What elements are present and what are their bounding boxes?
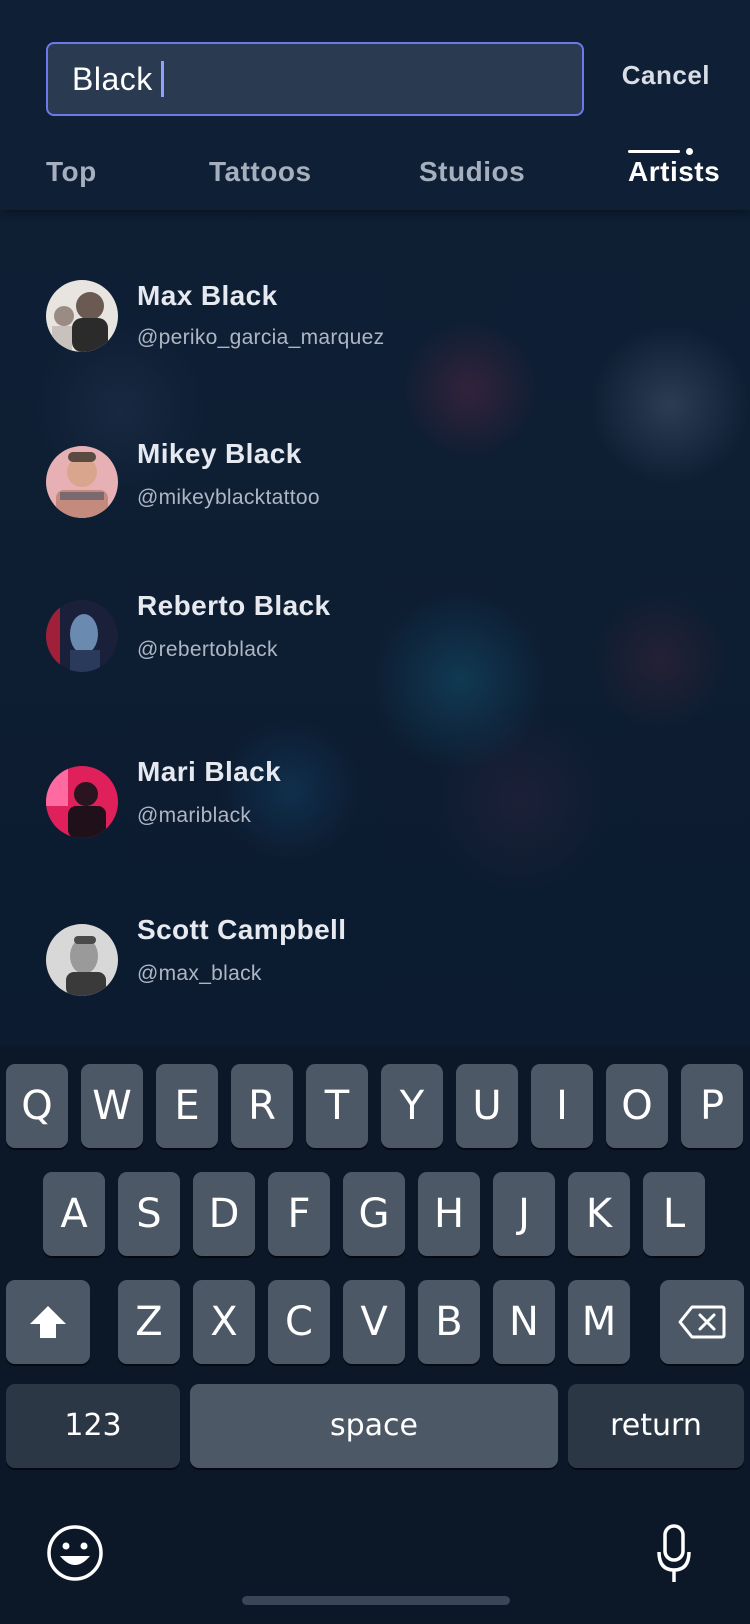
- microphone-icon[interactable]: [656, 1524, 692, 1584]
- list-item[interactable]: Reberto Black @rebertoblack: [0, 590, 750, 740]
- search-tabs: Top Tattoos Studios Artists: [0, 148, 750, 200]
- artist-name: Max Black: [137, 280, 278, 311]
- key-q[interactable]: Q: [6, 1064, 68, 1148]
- active-tab-indicator: [628, 150, 680, 153]
- tab-studios[interactable]: Studios: [419, 156, 525, 188]
- key-c[interactable]: C: [268, 1280, 330, 1364]
- key-e[interactable]: E: [156, 1064, 218, 1148]
- key-x[interactable]: X: [193, 1280, 255, 1364]
- text-caret: [160, 61, 164, 97]
- key-j[interactable]: J: [493, 1172, 555, 1256]
- search-header: Black Cancel Top Tattoos Studios Artists: [0, 0, 750, 210]
- shift-key[interactable]: [6, 1280, 90, 1364]
- key-a[interactable]: A: [43, 1172, 105, 1256]
- key-z[interactable]: Z: [118, 1280, 180, 1364]
- artist-handle: @mariblack: [137, 804, 252, 827]
- key-m[interactable]: M: [568, 1280, 630, 1364]
- avatar: [46, 766, 118, 838]
- key-u[interactable]: U: [456, 1064, 518, 1148]
- emoji-icon[interactable]: [46, 1524, 104, 1582]
- artist-name: Scott Campbell: [137, 914, 347, 945]
- key-p[interactable]: P: [681, 1064, 743, 1148]
- key-t[interactable]: T: [306, 1064, 368, 1148]
- tab-artists[interactable]: Artists: [628, 156, 720, 188]
- artist-handle: @periko_garcia_marquez: [137, 326, 385, 349]
- key-d[interactable]: D: [193, 1172, 255, 1256]
- avatar: [46, 600, 118, 672]
- numbers-key[interactable]: 123: [6, 1384, 180, 1468]
- artist-handle: @rebertoblack: [137, 638, 278, 661]
- key-w[interactable]: W: [81, 1064, 143, 1148]
- key-g[interactable]: G: [343, 1172, 405, 1256]
- avatar: [46, 446, 118, 518]
- backspace-key[interactable]: [660, 1280, 744, 1364]
- search-input[interactable]: Black: [46, 42, 584, 116]
- avatar: [46, 924, 118, 996]
- key-s[interactable]: S: [118, 1172, 180, 1256]
- key-y[interactable]: Y: [381, 1064, 443, 1148]
- space-key[interactable]: space: [190, 1384, 558, 1468]
- cancel-button[interactable]: Cancel: [622, 60, 710, 91]
- active-tab-dot: [686, 148, 693, 155]
- artist-handle: @max_black: [137, 962, 262, 985]
- tab-tattoos[interactable]: Tattoos: [209, 156, 312, 188]
- key-b[interactable]: B: [418, 1280, 480, 1364]
- key-f[interactable]: F: [268, 1172, 330, 1256]
- list-item[interactable]: Mikey Black @mikeyblacktattoo: [0, 438, 750, 566]
- key-l[interactable]: L: [643, 1172, 705, 1256]
- onscreen-keyboard: Q W E R T Y U I O P A S D F G H J K L Z …: [0, 1046, 750, 1624]
- home-indicator[interactable]: [242, 1596, 510, 1605]
- artist-name: Mikey Black: [137, 438, 302, 469]
- key-r[interactable]: R: [231, 1064, 293, 1148]
- avatar: [46, 280, 118, 352]
- list-item[interactable]: Mari Black @mariblack: [0, 756, 750, 900]
- artist-name: Mari Black: [137, 756, 282, 787]
- artist-results-list: Max Black @periko_garcia_marquez Mikey B…: [0, 210, 750, 1060]
- return-key[interactable]: return: [568, 1384, 744, 1468]
- artist-handle: @mikeyblacktattoo: [137, 486, 320, 509]
- key-i[interactable]: I: [531, 1064, 593, 1148]
- key-n[interactable]: N: [493, 1280, 555, 1364]
- key-h[interactable]: H: [418, 1172, 480, 1256]
- backspace-icon: [678, 1305, 726, 1339]
- artist-name: Reberto Black: [137, 590, 331, 621]
- list-item[interactable]: Scott Campbell @max_black: [0, 914, 750, 1060]
- key-k[interactable]: K: [568, 1172, 630, 1256]
- shift-icon: [30, 1306, 66, 1338]
- key-v[interactable]: V: [343, 1280, 405, 1364]
- list-item[interactable]: Max Black @periko_garcia_marquez: [0, 280, 750, 400]
- tab-top[interactable]: Top: [46, 156, 97, 188]
- key-o[interactable]: O: [606, 1064, 668, 1148]
- search-query-text: Black: [72, 60, 153, 97]
